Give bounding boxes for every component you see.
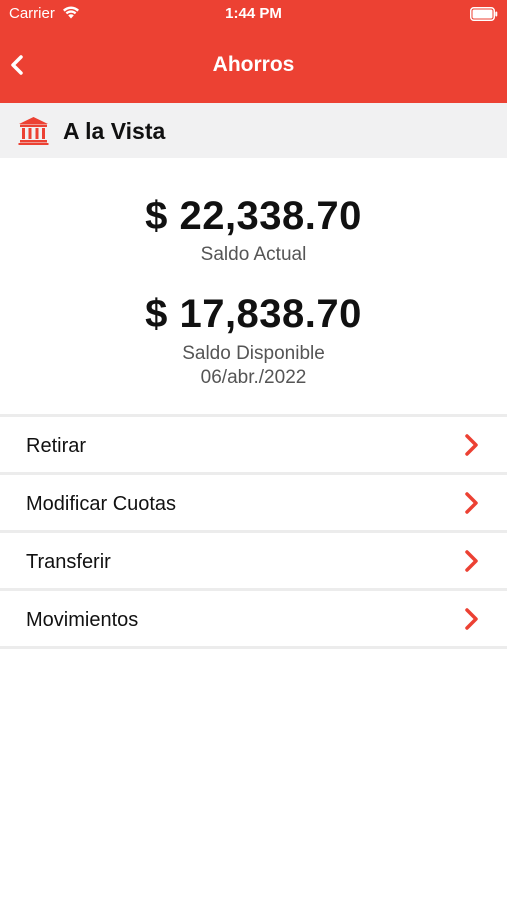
account-actions-menu: Retirar Modificar Cuotas Transferir Movi… — [0, 414, 507, 649]
menu-item-label: Retirar — [26, 435, 87, 457]
menu-item-label: Transferir — [26, 551, 111, 573]
account-header: A la Vista — [0, 103, 507, 158]
menu-item-movimientos[interactable]: Movimientos — [0, 591, 507, 646]
available-balance-label: Saldo Disponible — [182, 343, 325, 364]
available-balance-amount: $ 17,838.70 — [145, 292, 362, 336]
chevron-right-icon — [464, 491, 480, 520]
menu-item-label: Modificar Cuotas — [26, 493, 177, 515]
page-title: Ahorros — [212, 53, 295, 76]
chevron-right-icon — [464, 607, 480, 636]
navigation-bar: Ahorros — [0, 28, 507, 103]
current-balance-amount: $ 22,338.70 — [145, 194, 362, 238]
status-time: 1:44 PM — [225, 5, 282, 22]
account-name: A la Vista — [63, 118, 166, 144]
balance-date: 06/abr./2022 — [200, 367, 307, 388]
chevron-right-icon — [464, 433, 480, 462]
chevron-right-icon — [464, 549, 480, 578]
menu-item-transferir[interactable]: Transferir — [0, 533, 507, 588]
status-bar: Carrier 1:44 PM — [0, 0, 507, 28]
battery-icon — [470, 7, 498, 25]
menu-item-modificar-cuotas[interactable]: Modificar Cuotas — [0, 475, 507, 530]
bank-icon — [18, 116, 49, 150]
menu-item-retirar[interactable]: Retirar — [0, 417, 507, 472]
divider — [0, 646, 507, 649]
current-balance-label: Saldo Actual — [200, 244, 307, 265]
menu-item-label: Movimientos — [26, 609, 139, 631]
